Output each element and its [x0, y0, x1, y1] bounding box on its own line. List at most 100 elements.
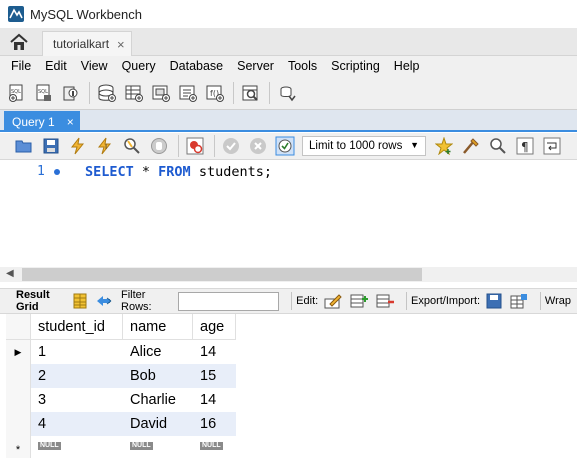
null-badge: NULL	[200, 442, 223, 450]
find-replace-icon[interactable]	[488, 136, 508, 156]
close-icon[interactable]: ×	[67, 115, 74, 129]
svg-text:¶: ¶	[521, 140, 529, 154]
save-icon[interactable]	[41, 136, 61, 156]
toggle-stop-on-error-icon[interactable]	[185, 136, 205, 156]
new-row-marker: *	[6, 436, 31, 458]
table-row[interactable]: 4 David 16	[6, 412, 236, 436]
rollback-icon[interactable]	[248, 136, 268, 156]
sql-editor[interactable]: 1 SELECT * FROM students;	[0, 160, 577, 267]
toolbar-separator	[89, 81, 90, 104]
column-header-name[interactable]: name	[123, 314, 193, 340]
toolbar-separator	[269, 81, 270, 104]
cell-name[interactable]: Charlie	[123, 388, 193, 412]
reconnect-icon[interactable]	[276, 82, 298, 104]
menu-edit[interactable]: Edit	[38, 59, 74, 73]
menu-query[interactable]: Query	[115, 59, 163, 73]
wrap-lines-icon[interactable]	[542, 136, 562, 156]
tab-query-1[interactable]: Query 1 ×	[4, 111, 80, 132]
explain-icon[interactable]	[122, 136, 142, 156]
result-grid: student_id name age ▶ 1 Alice 14 2 Bob 1…	[6, 314, 577, 469]
result-grid-label[interactable]: Result Grid	[16, 289, 64, 313]
delete-row-icon[interactable]	[376, 292, 395, 310]
connection-tab-label: tutorialkart	[53, 37, 110, 51]
limit-rows-label: Limit to 1000 rows	[309, 140, 403, 152]
grid-view-icon[interactable]	[72, 292, 87, 310]
menu-view[interactable]: View	[74, 59, 115, 73]
connection-tab[interactable]: tutorialkart ×	[42, 31, 132, 56]
open-sql-script-icon[interactable]: SQL	[33, 82, 55, 104]
cell-student-id[interactable]: 1	[31, 340, 123, 364]
cell-name[interactable]: Bob	[123, 364, 193, 388]
grid-header-row: student_id name age	[6, 314, 236, 340]
create-schema-icon[interactable]	[96, 82, 118, 104]
null-cell[interactable]: NULL	[31, 436, 123, 458]
menu-database[interactable]: Database	[163, 59, 231, 73]
table-row[interactable]: ▶ 1 Alice 14	[6, 340, 236, 364]
create-view-icon[interactable]	[150, 82, 172, 104]
cell-age[interactable]: 16	[193, 412, 236, 436]
open-file-icon[interactable]	[14, 136, 34, 156]
mysql-workbench-logo-icon	[8, 6, 24, 22]
inspector-icon[interactable]	[60, 82, 82, 104]
toolbar-separator	[406, 292, 407, 310]
cell-student-id[interactable]: 2	[31, 364, 123, 388]
null-cell[interactable]: NULL	[123, 436, 193, 458]
toolbar-separator	[540, 292, 541, 310]
refresh-icon[interactable]	[95, 292, 113, 310]
menu-help[interactable]: Help	[387, 59, 427, 73]
scroll-left-arrow-icon[interactable]: ◀	[6, 268, 14, 279]
cell-name[interactable]: David	[123, 412, 193, 436]
menu-file[interactable]: File	[4, 59, 38, 73]
autocommit-toggle-icon[interactable]	[275, 136, 295, 156]
window-title: MySQL Workbench	[30, 6, 142, 22]
edit-row-icon[interactable]	[324, 292, 342, 310]
cell-age[interactable]: 14	[193, 388, 236, 412]
execute-icon[interactable]	[68, 136, 88, 156]
column-header-student-id[interactable]: student_id	[31, 314, 123, 340]
null-cell[interactable]: NULL	[193, 436, 236, 458]
cell-student-id[interactable]: 4	[31, 412, 123, 436]
new-sql-tab-icon[interactable]: SQL	[6, 82, 28, 104]
editor-horizontal-scrollbar[interactable]: ◀	[0, 267, 577, 282]
cell-age[interactable]: 14	[193, 340, 236, 364]
menu-scripting[interactable]: Scripting	[324, 59, 387, 73]
import-icon[interactable]	[510, 292, 528, 310]
export-icon[interactable]	[486, 292, 502, 310]
chevron-down-icon: ▼	[410, 140, 419, 150]
table-row[interactable]: 3 Charlie 14	[6, 388, 236, 412]
null-badge: NULL	[38, 442, 61, 450]
new-row[interactable]: * NULL NULL NULL	[6, 436, 236, 458]
commit-icon[interactable]	[221, 136, 241, 156]
create-table-icon[interactable]	[123, 82, 145, 104]
cell-age[interactable]: 15	[193, 364, 236, 388]
limit-rows-select[interactable]: Limit to 1000 rows ▼	[302, 136, 426, 156]
search-table-data-icon[interactable]	[240, 82, 262, 104]
cell-name[interactable]: Alice	[123, 340, 193, 364]
beautify-icon[interactable]	[461, 136, 481, 156]
add-snippet-icon[interactable]	[434, 136, 454, 156]
create-function-icon[interactable]: f()	[204, 82, 226, 104]
close-icon[interactable]: ×	[117, 37, 125, 52]
invisible-characters-icon[interactable]: ¶	[515, 136, 535, 156]
create-procedure-icon[interactable]	[177, 82, 199, 104]
menu-server[interactable]: Server	[230, 59, 281, 73]
insert-row-icon[interactable]	[350, 292, 369, 310]
table-row[interactable]: 2 Bob 15	[6, 364, 236, 388]
connection-tab-bar: tutorialkart ×	[0, 28, 577, 56]
code-star: *	[133, 164, 159, 180]
execute-current-statement-icon[interactable]: I	[95, 136, 115, 156]
keyword-select: SELECT	[85, 164, 134, 180]
filter-rows-input[interactable]	[178, 291, 280, 311]
row-header	[6, 364, 31, 388]
menu-tools[interactable]: Tools	[281, 59, 324, 73]
scrollbar-thumb[interactable]	[22, 268, 422, 281]
toolbar-separator	[178, 135, 179, 157]
wrap-cell-label: Wrap	[544, 295, 571, 307]
column-header-age[interactable]: age	[193, 314, 236, 340]
home-icon[interactable]	[8, 33, 30, 51]
sql-code-line[interactable]: SELECT * FROM students;	[85, 164, 272, 180]
cell-student-id[interactable]: 3	[31, 388, 123, 412]
sql-editor-toolbar: I Limit to 1000 rows ▼ ¶	[0, 133, 577, 160]
statement-marker-icon	[54, 169, 60, 175]
stop-icon[interactable]	[149, 136, 169, 156]
